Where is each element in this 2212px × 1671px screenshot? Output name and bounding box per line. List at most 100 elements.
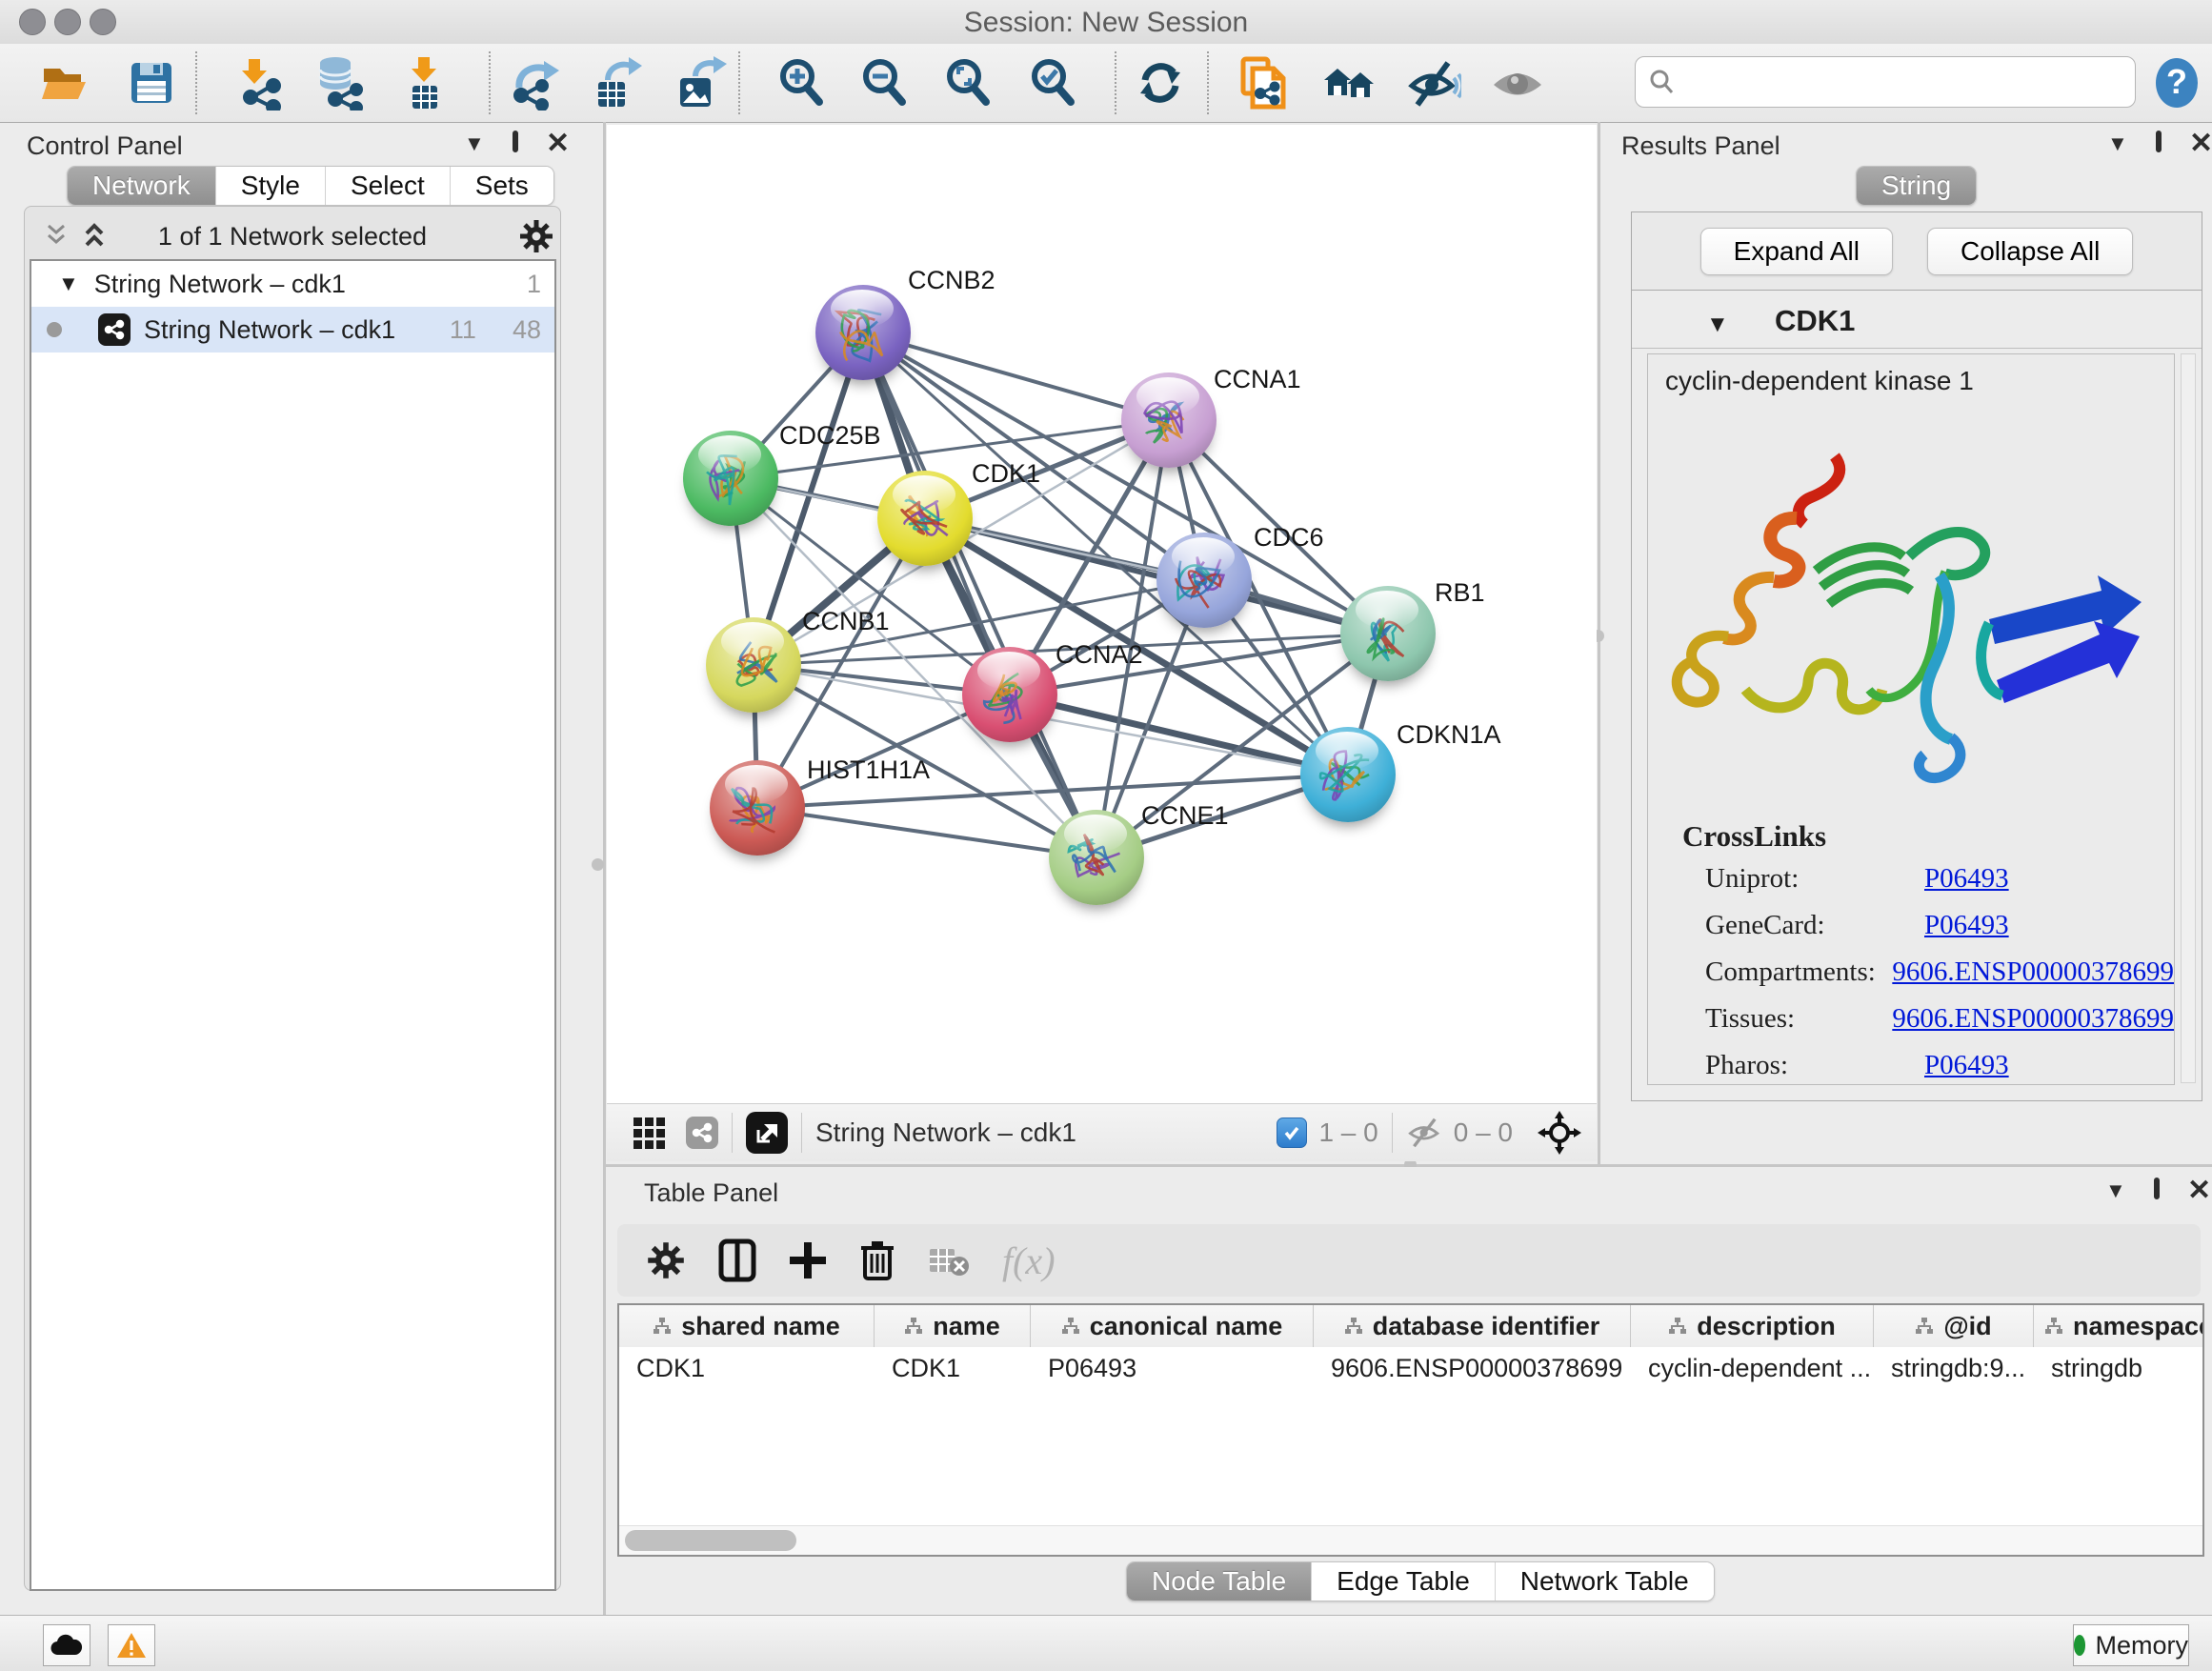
column-header-namespace[interactable]: namespace: [2034, 1305, 2204, 1347]
expand-all-button[interactable]: Expand All: [1700, 228, 1893, 275]
hidden-count-icon[interactable]: [1406, 1117, 1444, 1149]
network-row-selected[interactable]: String Network – cdk1 11 48: [31, 307, 554, 352]
warning-status-button[interactable]: [108, 1624, 155, 1666]
cloud-status-button[interactable]: [43, 1624, 90, 1666]
show-columns-icon[interactable]: [718, 1238, 756, 1282]
column-header-databaseidentifier[interactable]: database identifier: [1314, 1305, 1631, 1347]
column-header-description[interactable]: description: [1631, 1305, 1874, 1347]
network-collection-row[interactable]: ▼ String Network – cdk1 1: [31, 261, 554, 307]
zoom-in-icon[interactable]: [774, 55, 830, 111]
crosslink-link[interactable]: P06493: [1924, 863, 2009, 895]
zoom-out-icon[interactable]: [857, 55, 913, 111]
node-cdkn1a[interactable]: [1300, 727, 1396, 822]
network-canvas[interactable]: CCNB2CCNA1CDC25BCDK1CDC6RB1CCNB1CCNA2CDK…: [607, 125, 1597, 1103]
edge-ccne1-hist1h1a[interactable]: [757, 808, 1096, 857]
node-label-ccnb1: CCNB1: [802, 607, 890, 636]
results-panel-float-icon[interactable]: [2156, 133, 2162, 151]
node-cdk1[interactable]: [877, 471, 973, 566]
import-network-from-database-icon[interactable]: [312, 55, 368, 111]
export-image-icon[interactable]: [673, 55, 728, 111]
tab-select[interactable]: Select: [326, 167, 451, 205]
function-builder-icon[interactable]: f(x): [1002, 1238, 1056, 1283]
crosslink-row: GeneCard:P06493: [1705, 910, 2174, 941]
tab-network[interactable]: Network: [68, 167, 216, 205]
table-panel-menu-icon[interactable]: ▼: [2105, 1178, 2126, 1203]
network-view-title: String Network – cdk1: [815, 1117, 1076, 1148]
node-ccnb2[interactable]: [815, 285, 911, 380]
crosslink-link[interactable]: 9606.ENSP00000378699: [1892, 1003, 2174, 1035]
tab-style[interactable]: Style: [216, 167, 326, 205]
crosslink-link[interactable]: P06493: [1924, 1050, 2009, 1081]
table-panel-title: Table Panel: [644, 1178, 778, 1208]
import-table-icon[interactable]: [397, 55, 452, 111]
fit-content-crosshair-icon[interactable]: [1538, 1111, 1581, 1155]
tab-edge-table[interactable]: Edge Table: [1312, 1562, 1496, 1601]
column-header-canonicalname[interactable]: canonical name: [1031, 1305, 1314, 1347]
node-hist1h1a[interactable]: [710, 760, 805, 856]
results-panel-close-icon[interactable]: ✕: [2189, 127, 2212, 160]
open-file-icon[interactable]: [37, 55, 92, 111]
crosslink-link[interactable]: P06493: [1924, 910, 2009, 941]
hide-selected-icon[interactable]: [1406, 55, 1461, 111]
node-ccnb1[interactable]: [706, 617, 801, 713]
crosslink-link[interactable]: 9606.ENSP00000378699: [1892, 956, 2174, 988]
tab-network-table[interactable]: Network Table: [1496, 1562, 1714, 1601]
search-field[interactable]: [1635, 56, 2136, 108]
tab-sets[interactable]: Sets: [451, 167, 553, 205]
crosslink-label: GeneCard:: [1705, 910, 1924, 941]
selected-count-checkbox[interactable]: [1277, 1117, 1307, 1148]
tab-string[interactable]: String: [1857, 167, 1976, 205]
gene-expand-icon[interactable]: ▼: [1706, 312, 1729, 338]
table-panel-float-icon[interactable]: [2154, 1180, 2160, 1198]
first-neighbors-icon[interactable]: [1322, 55, 1377, 111]
create-column-icon[interactable]: [789, 1238, 827, 1282]
control-panel-title: Control Panel: [27, 131, 183, 161]
column-header-name[interactable]: name: [875, 1305, 1031, 1347]
control-panel-close-icon[interactable]: ✕: [546, 127, 570, 160]
show-all-icon[interactable]: [1490, 55, 1545, 111]
collapse-all-button[interactable]: Collapse All: [1927, 228, 2133, 275]
node-ccna1[interactable]: [1121, 372, 1217, 468]
table-row[interactable]: CDK1CDK1P064939606.ENSP00000378699cyclin…: [619, 1347, 2202, 1389]
zoom-fit-icon[interactable]: [941, 55, 996, 111]
export-network-icon[interactable]: [506, 55, 561, 111]
memory-button[interactable]: Memory: [2073, 1624, 2189, 1666]
results-scrollbar[interactable]: [2181, 353, 2196, 1083]
duplicate-network-icon[interactable]: [1237, 55, 1293, 111]
node-cdc6[interactable]: [1156, 533, 1252, 628]
save-session-icon[interactable]: [124, 55, 179, 111]
edges-layer: [607, 125, 1597, 1103]
column-header-sharedname[interactable]: shared name: [619, 1305, 875, 1347]
birdseye-view-icon[interactable]: [746, 1112, 788, 1154]
warning-icon: [116, 1632, 147, 1659]
node-table[interactable]: shared namenamecanonical namedatabase id…: [617, 1303, 2204, 1557]
collection-expand-icon[interactable]: ▼: [58, 272, 79, 296]
tab-node-table[interactable]: Node Table: [1127, 1562, 1312, 1601]
zoom-selected-icon[interactable]: [1026, 55, 1081, 111]
gear-icon[interactable]: [518, 218, 554, 254]
control-panel-menu-icon[interactable]: ▼: [464, 131, 485, 156]
search-input[interactable]: [1676, 67, 2123, 98]
network-share-icon[interactable]: [686, 1117, 718, 1149]
crosslink-label: Uniprot:: [1705, 863, 1924, 895]
memory-status-dot: [2074, 1635, 2085, 1656]
toolbar-separator: [738, 51, 740, 114]
column-header-id[interactable]: @id: [1874, 1305, 2034, 1347]
control-panel-float-icon[interactable]: [513, 133, 518, 151]
help-icon[interactable]: ?: [2149, 55, 2204, 111]
refresh-icon[interactable]: [1133, 55, 1188, 111]
table-panel-close-icon[interactable]: ✕: [2187, 1174, 2211, 1207]
horizontal-scrollbar[interactable]: [619, 1525, 2202, 1555]
node-ccne1[interactable]: [1049, 810, 1144, 905]
import-network-icon[interactable]: [231, 55, 287, 111]
delete-column-icon[interactable]: [859, 1238, 895, 1282]
table-settings-gear-icon[interactable]: [646, 1240, 686, 1280]
export-table-icon[interactable]: [589, 55, 644, 111]
node-ccna2[interactable]: [962, 647, 1057, 742]
grid-mode-icon[interactable]: [633, 1117, 665, 1149]
delete-table-icon[interactable]: [928, 1243, 970, 1278]
node-rb1[interactable]: [1340, 586, 1436, 681]
results-panel-menu-icon[interactable]: ▼: [2107, 131, 2128, 156]
scrollbar-thumb[interactable]: [625, 1530, 796, 1551]
node-cdc25b[interactable]: [683, 431, 778, 526]
